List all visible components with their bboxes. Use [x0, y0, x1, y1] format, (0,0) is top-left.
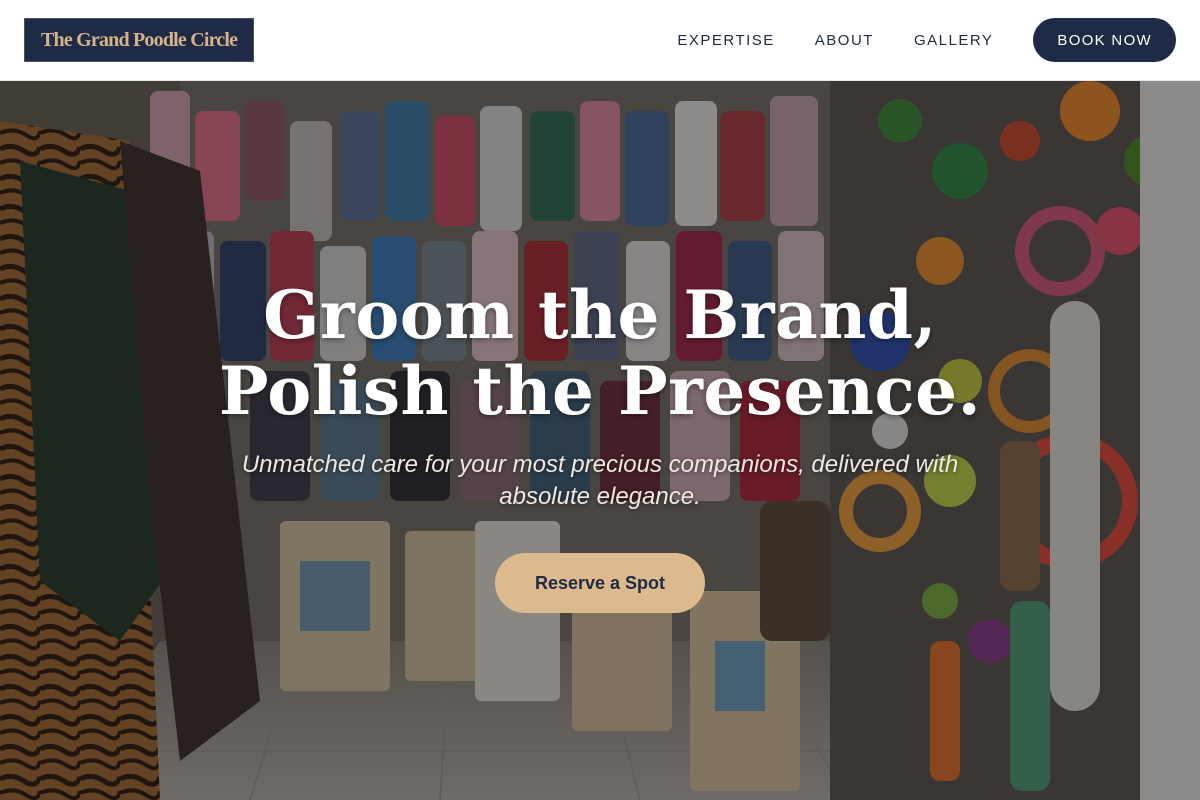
- hero-headline: Groom the Brand, Polish the Presence.: [218, 276, 982, 430]
- nav-link-gallery[interactable]: GALLERY: [914, 32, 993, 49]
- main-nav: EXPERTISE ABOUT GALLERY BOOK NOW: [677, 18, 1176, 62]
- reserve-spot-button[interactable]: Reserve a Spot: [495, 553, 705, 613]
- nav-link-expertise[interactable]: EXPERTISE: [677, 32, 774, 49]
- book-now-button[interactable]: BOOK NOW: [1033, 18, 1176, 62]
- site-header: The Grand Poodle Circle EXPERTISE ABOUT …: [0, 0, 1200, 81]
- hero-content: Groom the Brand, Polish the Presence. Un…: [0, 81, 1200, 800]
- nav-link-about[interactable]: ABOUT: [815, 32, 874, 49]
- hero-section: Groom the Brand, Polish the Presence. Un…: [0, 81, 1200, 800]
- hero-subtitle: Unmatched care for your most precious co…: [241, 451, 959, 510]
- logo[interactable]: The Grand Poodle Circle: [24, 18, 255, 62]
